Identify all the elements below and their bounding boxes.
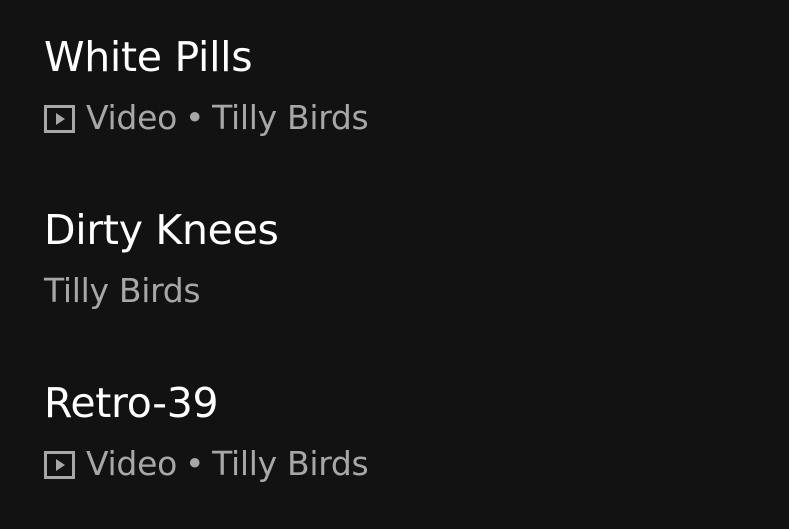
result-subtitle: Video • Tilly Birds	[44, 444, 369, 484]
result-type-label: Video	[86, 444, 177, 483]
result-item-white-pills[interactable]: White Pills Video • Tilly Birds	[44, 33, 744, 183]
result-artist: Tilly Birds	[44, 271, 201, 310]
result-type-label: Video	[86, 98, 177, 137]
result-subtitle: Video • Tilly Birds	[44, 98, 369, 138]
result-title: White Pills	[44, 33, 253, 81]
meta-separator: •	[184, 444, 205, 483]
result-title: Dirty Knees	[44, 206, 279, 254]
result-subtitle: Tilly Birds	[44, 271, 201, 311]
result-item-retro-39[interactable]: Retro-39 Video • Tilly Birds	[44, 379, 744, 529]
result-artist: Tilly Birds	[212, 98, 369, 137]
meta-separator: •	[184, 98, 205, 137]
result-title: Retro-39	[44, 379, 219, 427]
video-play-icon	[44, 451, 75, 479]
result-item-dirty-knees[interactable]: Dirty Knees Tilly Birds	[44, 206, 744, 356]
search-results-list: White Pills Video • Tilly Birds Dirty Kn…	[0, 0, 789, 518]
result-artist: Tilly Birds	[212, 444, 369, 483]
video-play-icon	[44, 105, 75, 133]
